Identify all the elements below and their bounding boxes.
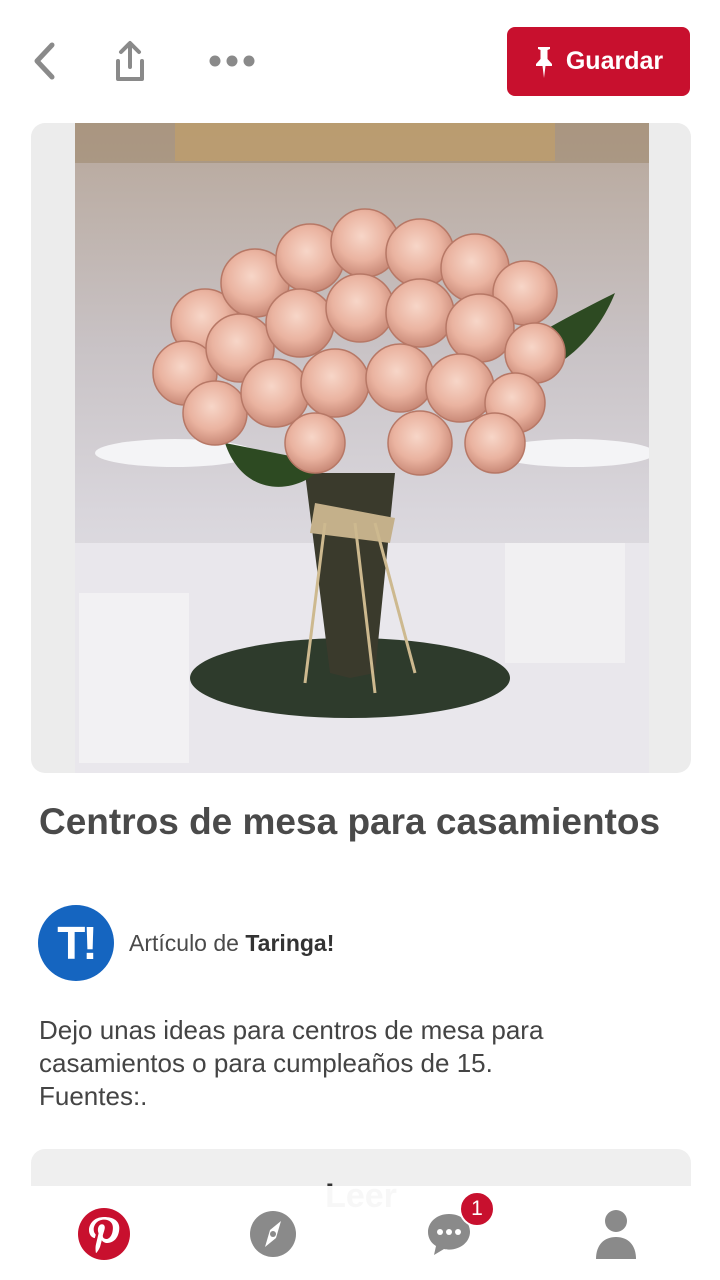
save-button[interactable]: Guardar xyxy=(507,27,690,96)
source-row[interactable]: T! Artículo de Taringa! xyxy=(38,905,334,981)
compass-icon xyxy=(250,1211,296,1257)
nav-explore[interactable] xyxy=(243,1204,303,1264)
back-button[interactable] xyxy=(24,38,64,84)
nav-profile[interactable] xyxy=(586,1204,646,1264)
source-logo-text: T! xyxy=(57,917,97,969)
pin-title: Centros de mesa para casamientos xyxy=(39,801,661,842)
source-prefix: Artículo de xyxy=(129,929,239,956)
share-icon xyxy=(116,41,144,81)
share-button[interactable] xyxy=(108,38,152,84)
pin-image-card[interactable] xyxy=(31,123,691,773)
person-icon xyxy=(596,1210,636,1259)
taringa-logo[interactable]: T! xyxy=(38,905,114,981)
roses-bouquet-photo xyxy=(75,123,649,773)
chevron-left-icon xyxy=(34,42,55,80)
pinterest-logo-icon xyxy=(78,1208,130,1260)
more-dots-icon xyxy=(209,55,255,67)
bottom-nav xyxy=(0,1186,720,1280)
pin-description: Dejo unas ideas para centros de mesa par… xyxy=(39,1015,544,1111)
source-name[interactable]: Taringa! xyxy=(245,930,334,956)
save-button-label: Guardar xyxy=(565,47,664,75)
more-button[interactable] xyxy=(204,44,260,78)
top-bar: Guardar xyxy=(0,0,720,122)
source-attribution: Artículo de Taringa! xyxy=(129,930,334,957)
nav-home[interactable] xyxy=(74,1204,134,1264)
pin-icon xyxy=(535,46,552,78)
messages-badge: 1 xyxy=(459,1191,495,1227)
